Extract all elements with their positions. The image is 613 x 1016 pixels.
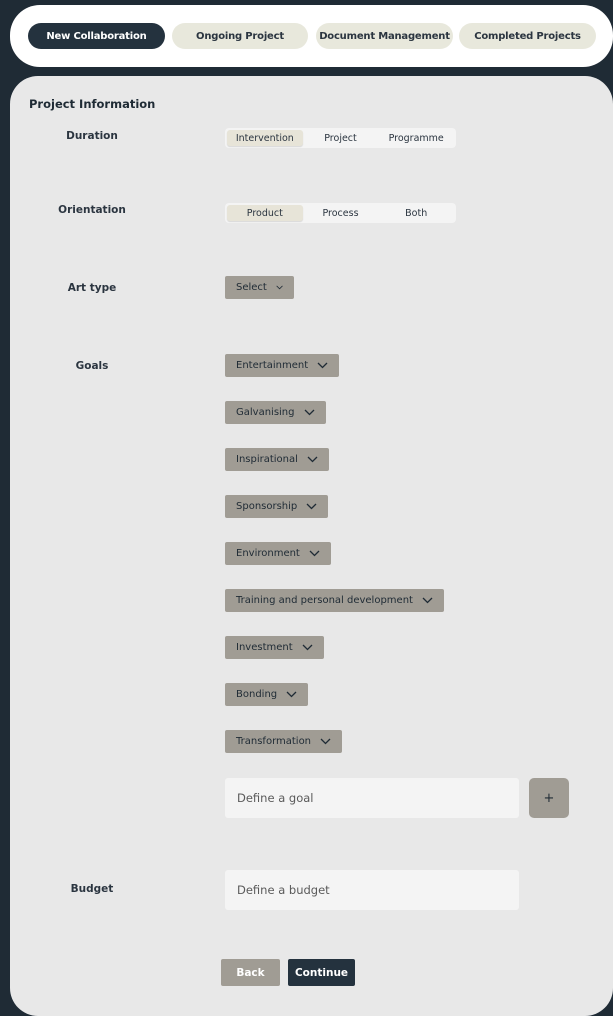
goal-dropdown-galvanising[interactable]: Galvanising xyxy=(225,401,326,424)
goal-dropdown-label: Bonding xyxy=(236,689,278,700)
chevron-down-icon xyxy=(306,503,317,510)
goal-dropdown-label: Investment xyxy=(236,642,293,653)
goal-dropdown-inspirational[interactable]: Inspirational xyxy=(225,448,329,471)
goal-dropdown-bonding[interactable]: Bonding xyxy=(225,683,309,706)
duration-option-project[interactable]: Project xyxy=(303,130,379,146)
art-type-label: Art type xyxy=(67,282,117,294)
chevron-down-icon xyxy=(320,738,331,745)
orientation-option-process[interactable]: Process xyxy=(303,205,379,221)
tab-document-management[interactable]: Document Management xyxy=(316,23,453,49)
duration-option-intervention[interactable]: Intervention xyxy=(227,130,303,146)
chevron-down-icon xyxy=(302,644,313,651)
goal-dropdown-sponsorship[interactable]: Sponsorship xyxy=(225,495,329,518)
goal-dropdown-environment[interactable]: Environment xyxy=(225,542,331,565)
goal-dropdown-entertainment[interactable]: Entertainment xyxy=(225,354,340,377)
chevron-down-icon xyxy=(286,691,297,698)
goal-dropdown-label: Entertainment xyxy=(236,360,309,371)
chevron-down-icon xyxy=(422,597,433,604)
art-type-select[interactable]: Select xyxy=(225,276,294,299)
tab-completed-projects[interactable]: Completed Projects xyxy=(459,23,596,49)
goal-dropdown-label: Environment xyxy=(236,548,300,559)
budget-label: Budget xyxy=(70,883,114,895)
duration-segmented-control: Intervention Project Programme xyxy=(225,128,456,148)
chevron-down-icon xyxy=(276,285,283,290)
art-type-select-value: Select xyxy=(236,282,267,293)
goal-dropdown-label: Galvanising xyxy=(236,407,295,418)
goal-dropdown-transformation[interactable]: Transformation xyxy=(225,730,343,753)
define-goal-input[interactable]: Define a goal xyxy=(225,778,519,818)
tab-ongoing-project[interactable]: Ongoing Project xyxy=(172,23,308,49)
goal-dropdown-label: Transformation xyxy=(236,736,312,747)
orientation-option-both[interactable]: Both xyxy=(378,205,454,221)
top-navigation: New Collaboration Ongoing Project Docume… xyxy=(10,5,613,67)
orientation-label: Orientation xyxy=(58,204,126,216)
budget-input[interactable]: Define a budget xyxy=(225,870,519,910)
duration-label: Duration xyxy=(66,130,118,142)
chevron-down-icon xyxy=(304,409,314,416)
goal-dropdown-label: Inspirational xyxy=(236,454,298,465)
section-title: Project Information xyxy=(29,97,156,111)
project-information-panel: Project Information Duration Interventio… xyxy=(10,76,613,1016)
goal-dropdown-investment[interactable]: Investment xyxy=(225,636,324,659)
goal-dropdown-label: Training and personal development xyxy=(236,595,413,606)
chevron-down-icon xyxy=(307,456,318,463)
orientation-segmented-control: Product Process Both xyxy=(225,203,456,223)
continue-button[interactable]: Continue xyxy=(288,959,355,986)
tab-new-collaboration[interactable]: New Collaboration xyxy=(28,23,165,49)
duration-option-programme[interactable]: Programme xyxy=(378,130,454,146)
orientation-option-product[interactable]: Product xyxy=(227,205,303,221)
goal-dropdown-label: Sponsorship xyxy=(236,501,298,512)
add-goal-button[interactable]: + xyxy=(529,778,569,818)
chevron-down-icon xyxy=(309,550,320,557)
back-button[interactable]: Back xyxy=(221,959,280,986)
goal-dropdown-training[interactable]: Training and personal development xyxy=(225,589,444,612)
chevron-down-icon xyxy=(317,362,328,369)
goals-label: Goals xyxy=(75,360,109,372)
